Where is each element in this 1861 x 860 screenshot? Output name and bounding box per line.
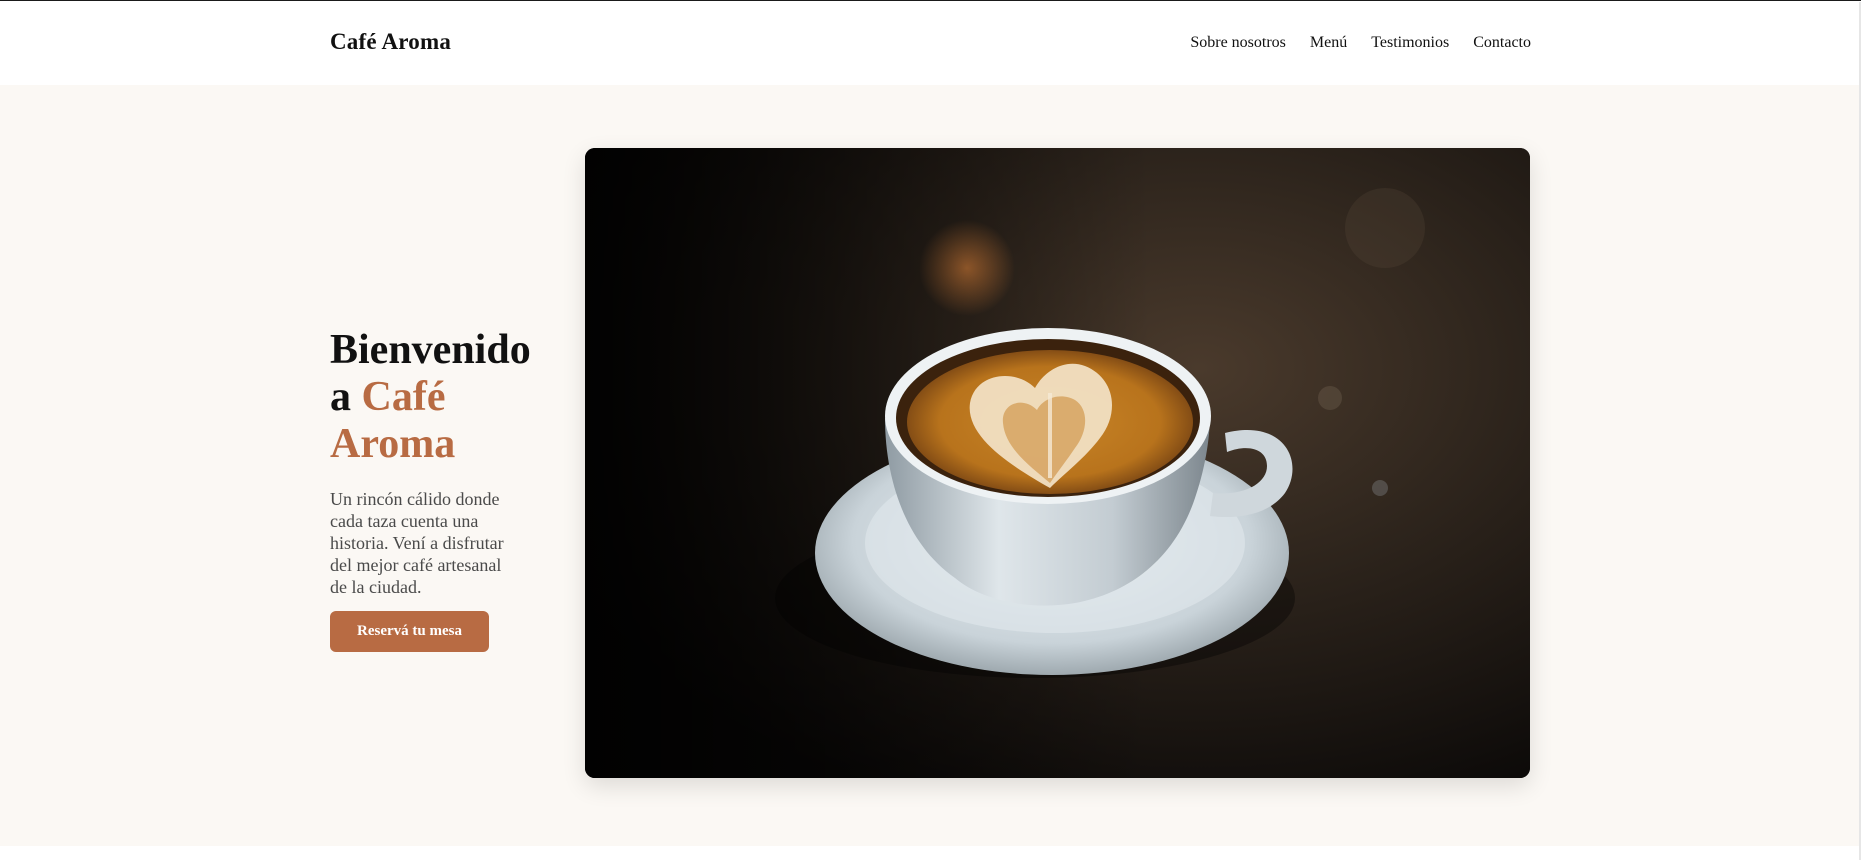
nav-link-sobre-nosotros[interactable]: Sobre nosotros: [1190, 34, 1286, 52]
brand-logo-link[interactable]: Café Aroma: [330, 29, 451, 55]
hero-section: Bienvenido a Café Aroma Un rincón cálido…: [0, 85, 1861, 846]
nav-link-contacto[interactable]: Contacto: [1473, 34, 1531, 52]
nav-link-menu[interactable]: Menú: [1310, 34, 1347, 52]
coffee-cup-illustration: [585, 148, 1530, 778]
nav-link-testimonios[interactable]: Testimonios: [1371, 34, 1449, 52]
hero-description: Un rincón cálido donde cada taza cuenta …: [330, 489, 504, 597]
reserve-table-button[interactable]: Reservá tu mesa: [330, 611, 489, 652]
page: Café Aroma Sobre nosotros Menú Testimoni…: [0, 0, 1861, 860]
hero-coffee-image: [585, 148, 1530, 778]
page-bottom-edge: [0, 846, 1861, 860]
main-nav: Sobre nosotros Menú Testimonios Contacto: [1190, 34, 1531, 52]
hero-title: Bienvenido a Café Aroma: [330, 327, 531, 468]
site-header: Café Aroma Sobre nosotros Menú Testimoni…: [0, 2, 1861, 85]
hero-text-block: Bienvenido a Café Aroma Un rincón cálido…: [330, 327, 531, 652]
